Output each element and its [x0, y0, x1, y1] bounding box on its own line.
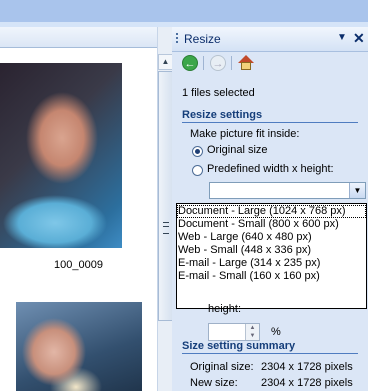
back-arrow-icon[interactable]: ← [182, 55, 198, 71]
task-pane-close-button[interactable]: ✕ [353, 30, 365, 47]
dropdown-option[interactable]: Document - Small (800 x 600 px) [177, 218, 366, 231]
resize-task-pane: Resize ▼ ✕ ← → 1 files selected Resize s… [172, 27, 368, 391]
scroll-up-button[interactable]: ▲ [158, 54, 173, 70]
photo-thumbnail[interactable] [0, 63, 122, 248]
dropdown-option[interactable]: Web - Small (448 x 336 px) [177, 244, 366, 257]
new-size-summary-label: New size: [190, 377, 238, 389]
task-pane-menu-button[interactable]: ▼ [337, 32, 347, 43]
chevron-down-icon[interactable]: ▼ [349, 183, 365, 198]
task-pane-nav-bar: ← → [172, 52, 368, 74]
original-size-label[interactable]: Original size [207, 144, 268, 156]
percent-stepper[interactable]: ▲ ▼ [208, 323, 260, 341]
dropdown-option[interactable]: E-mail - Large (314 x 235 px) [177, 257, 366, 270]
nav-separator [231, 56, 232, 70]
height-label: height: [208, 303, 242, 315]
home-icon[interactable] [238, 55, 254, 71]
task-pane-title-bar: Resize ▼ ✕ [172, 27, 368, 52]
size-summary-heading: Size setting summary [182, 340, 358, 354]
nav-separator [203, 56, 204, 70]
resize-settings-heading: Resize settings [182, 109, 358, 123]
original-size-radio[interactable] [192, 146, 203, 157]
predefined-size-select[interactable]: ▼ [209, 182, 366, 199]
dropdown-option[interactable]: Web - Large (640 x 480 px) [177, 231, 366, 244]
vertical-scrollbar[interactable]: ▲ [157, 27, 173, 391]
photo-thumbnail[interactable] [16, 302, 142, 391]
stepper-up-icon[interactable]: ▲ [245, 324, 259, 332]
files-selected-count: 1 files selected [182, 87, 255, 99]
home-icon-body [241, 62, 251, 70]
splitter-grip-icon [163, 222, 169, 234]
predefined-size-label[interactable]: Predefined width x height: [207, 163, 334, 175]
percent-unit-label: % [271, 326, 281, 338]
scrollbar-thumb[interactable] [158, 71, 173, 321]
fit-inside-label: Make picture fit inside: [190, 128, 300, 140]
dropdown-option[interactable]: Document - Large (1024 x 768 px) [177, 205, 366, 218]
forward-arrow-icon[interactable]: → [210, 55, 226, 71]
thumbnail-pane-header [0, 27, 157, 48]
thumbnail-pane: 100_0009 [0, 27, 157, 391]
original-size-summary-value: 2304 x 1728 pixels [261, 361, 353, 373]
original-size-summary-label: Original size: [190, 361, 254, 373]
photo-thumbnail-caption: 100_0009 [54, 259, 103, 271]
stepper-buttons: ▲ ▼ [245, 324, 259, 340]
stepper-down-icon[interactable]: ▼ [245, 332, 259, 340]
task-pane-title: Resize [184, 32, 221, 46]
drag-grip-icon[interactable] [176, 33, 178, 45]
predefined-size-dropdown-list: Document - Large (1024 x 768 px) Documen… [176, 203, 367, 309]
window-top-band [0, 0, 368, 22]
new-size-summary-value: 2304 x 1728 pixels [261, 377, 353, 389]
dropdown-option[interactable]: E-mail - Small (160 x 160 px) [177, 270, 366, 283]
predefined-size-radio[interactable] [192, 165, 203, 176]
